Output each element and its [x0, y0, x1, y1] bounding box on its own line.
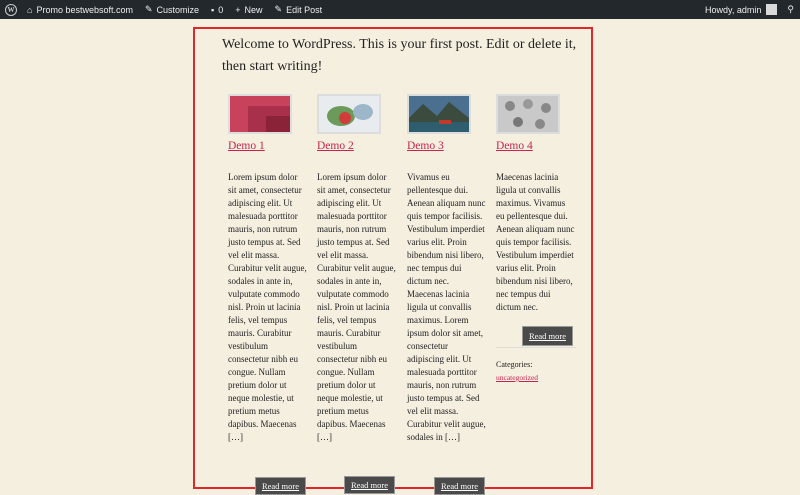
- account-menu[interactable]: Howdy, admin: [705, 0, 778, 19]
- search-button[interactable]: ⚲: [787, 0, 794, 19]
- read-more-button[interactable]: Read more: [255, 477, 306, 495]
- wordpress-icon: W: [5, 3, 17, 16]
- demo-thumbnail[interactable]: [228, 94, 292, 134]
- demo-item: Demo 4 Maecenas lacinia ligula ut conval…: [496, 94, 576, 314]
- demo-thumbnail[interactable]: [407, 94, 471, 134]
- customize-link[interactable]: ✎ Customize: [145, 0, 199, 19]
- paintbrush-icon: ✎: [144, 4, 153, 14]
- demo-thumbnail[interactable]: [496, 94, 560, 134]
- thumbnail-image: [319, 96, 379, 132]
- thumbnail-image: [230, 96, 290, 132]
- demo-item: Demo 1 Lorem ipsum dolor sit amet, conse…: [228, 94, 308, 444]
- customize-label: Customize: [156, 4, 200, 15]
- read-more-button[interactable]: Read more: [522, 326, 573, 346]
- new-content-link[interactable]: + New: [235, 0, 262, 19]
- demo-title-link[interactable]: Demo 2: [317, 140, 397, 153]
- category-link[interactable]: uncategorized: [496, 373, 538, 382]
- demo-excerpt: Vivamus eu pellentesque dui. Aenean aliq…: [407, 172, 486, 442]
- thumbnail-image: [498, 96, 558, 132]
- pencil-icon: ✎: [274, 4, 283, 14]
- site-name-link[interactable]: ⌂ Promo bestwebsoft.com: [27, 0, 133, 19]
- home-icon: ⌂: [27, 4, 33, 15]
- comments-count: 0: [218, 4, 224, 15]
- admin-bar: W ⌂ Promo bestwebsoft.com ✎ Customize ▪ …: [0, 0, 800, 19]
- plus-icon: +: [235, 4, 241, 15]
- new-label: New: [244, 4, 263, 15]
- comment-icon: ▪: [211, 4, 215, 15]
- read-more-button[interactable]: Read more: [344, 476, 395, 494]
- demo-excerpt: Lorem ipsum dolor sit amet, consectetur …: [228, 172, 307, 442]
- demo-title-link[interactable]: Demo 1: [228, 140, 308, 153]
- thumbnail-image: [409, 96, 469, 132]
- categories-label: Categories:: [496, 360, 533, 369]
- post-intro: Welcome to WordPress. This is your first…: [222, 37, 577, 74]
- demo-title-link[interactable]: Demo 4: [496, 140, 576, 153]
- read-more-button[interactable]: Read more: [434, 477, 485, 495]
- avatar: [766, 4, 778, 15]
- comments-link[interactable]: ▪ 0: [211, 0, 223, 19]
- demo-title-link[interactable]: Demo 3: [407, 140, 487, 153]
- search-icon: ⚲: [787, 4, 794, 14]
- divider: [496, 347, 576, 348]
- demo-item: Demo 2 Lorem ipsum dolor sit amet, conse…: [317, 94, 397, 444]
- demo-item: Demo 3 Vivamus eu pellentesque dui. Aene…: [407, 94, 487, 444]
- demo-excerpt: Maecenas lacinia ligula ut convallis max…: [496, 172, 575, 312]
- wordpress-logo[interactable]: W: [5, 0, 17, 19]
- howdy-label: Howdy, admin: [705, 4, 762, 15]
- edit-post-label: Edit Post: [286, 4, 323, 15]
- demo-excerpt: Lorem ipsum dolor sit amet, consectetur …: [317, 172, 396, 442]
- edit-post-link[interactable]: ✎ Edit Post: [275, 0, 323, 19]
- site-name-label: Promo bestwebsoft.com: [36, 4, 133, 15]
- demo-thumbnail[interactable]: [317, 94, 381, 134]
